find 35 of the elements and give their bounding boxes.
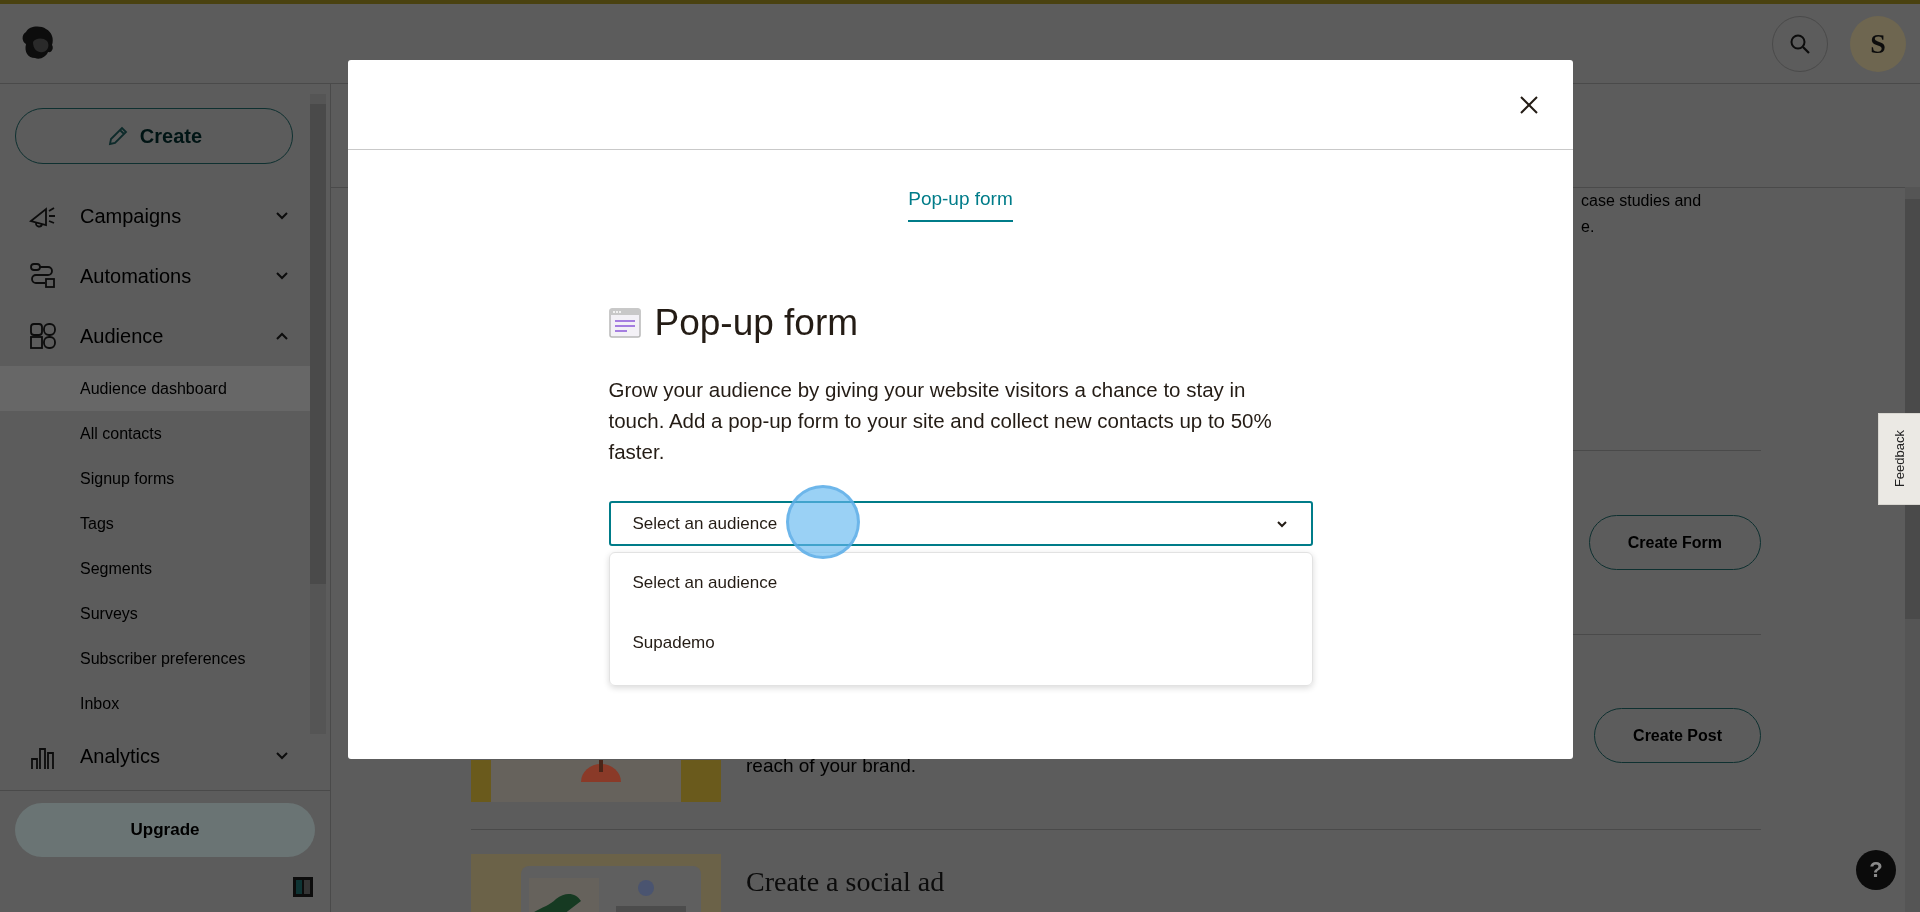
- scrollbar[interactable]: [310, 94, 326, 734]
- avatar-button[interactable]: S: [1850, 15, 1906, 72]
- nav-subitem[interactable]: All contacts: [0, 411, 310, 456]
- sidebar-toggle-icon[interactable]: [292, 876, 314, 898]
- nav-subitem[interactable]: Subscriber preferences: [0, 636, 310, 681]
- nav-item[interactable]: Audience: [0, 306, 310, 366]
- nav-item[interactable]: Analytics: [0, 726, 310, 786]
- form-window-icon: [608, 307, 641, 339]
- feedback-tab[interactable]: Feedback: [1878, 413, 1920, 505]
- help-button[interactable]: ?: [1856, 850, 1896, 890]
- nav-subitem[interactable]: Audience dashboard: [0, 366, 310, 411]
- nav-item[interactable]: Campaigns: [0, 186, 310, 246]
- close-icon: [1519, 94, 1539, 115]
- nav-item[interactable]: Automations: [0, 246, 310, 306]
- create-button[interactable]: Create: [15, 108, 293, 164]
- people-icon: [28, 321, 58, 351]
- dropdown-option[interactable]: Select an audience: [609, 559, 1312, 619]
- create-button[interactable]: Create Post: [1594, 708, 1761, 763]
- nav-subitem[interactable]: Surveys: [0, 591, 310, 636]
- dropdown-option[interactable]: Supademo: [609, 619, 1312, 679]
- nav-subitem[interactable]: Segments: [0, 546, 310, 591]
- tab[interactable]: Pop-up form: [908, 184, 1013, 222]
- workflow-icon: [28, 261, 58, 291]
- nav-subitem[interactable]: Inbox: [0, 681, 310, 726]
- audience-select[interactable]: Select an audience: [608, 501, 1313, 546]
- intro-text: case studies and e.: [1581, 191, 1703, 237]
- search-icon: [1789, 32, 1811, 55]
- create-button[interactable]: Create Form: [1588, 515, 1761, 570]
- nav-subitem[interactable]: Tags: [0, 501, 310, 546]
- card-title: Create a social ad: [746, 866, 946, 898]
- upgrade-button[interactable]: Upgrade: [15, 803, 315, 857]
- card-description: reach of your brand.: [746, 755, 918, 777]
- nav-subitem[interactable]: Signup forms: [0, 456, 310, 501]
- modal-title: Pop-up form: [654, 302, 859, 344]
- modal-description: Grow your audience by giving your website visitors a chance to stay in touch. Add a pop-up form to your site and collect new contacts up to 50% faster.: [608, 377, 1273, 465]
